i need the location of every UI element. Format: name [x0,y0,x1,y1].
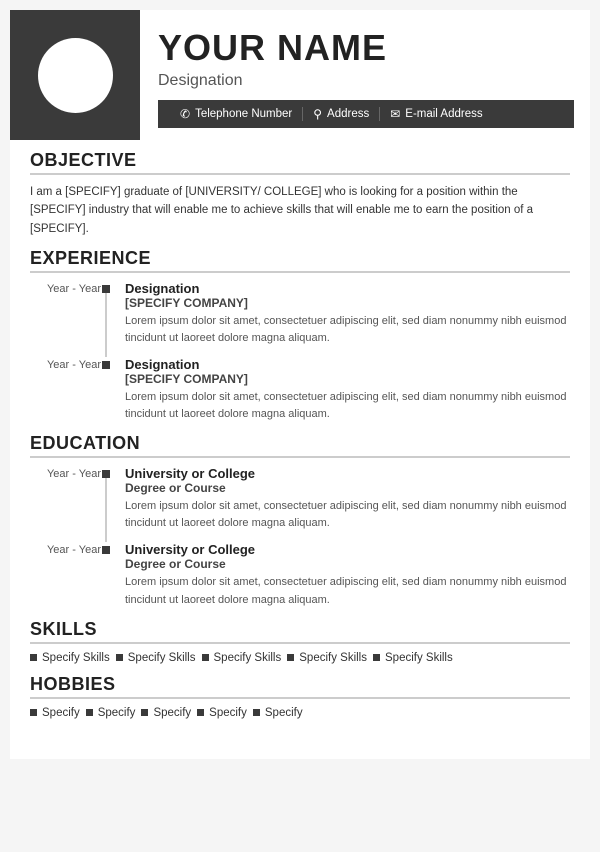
skill-item: Specify Skills [202,652,282,664]
timeline-dot [102,470,110,478]
timeline-left: Year - Year [30,281,115,347]
hobby-item: Specify [253,707,303,719]
header: YOUR NAME Designation ✆ Telephone Number… [10,10,590,140]
education-title: EDUCATION [30,433,570,458]
education-years: Year - Year [47,544,101,556]
contact-bar: ✆ Telephone Number ⚲ Address ✉ E-mail Ad… [158,100,574,128]
skill-item: Specify Skills [30,652,110,664]
bullet-icon [287,654,294,661]
education-desc: Lorem ipsum dolor sit amet, consectetuer… [125,574,570,608]
address-icon: ⚲ [313,107,322,121]
email-text: E-mail Address [405,108,482,120]
timeline-dot [102,361,110,369]
header-info: YOUR NAME Designation ✆ Telephone Number… [140,10,590,140]
timeline-dot [102,285,110,293]
avatar [38,38,113,113]
skills-section: SKILLS Specify Skills Specify Skills Spe… [10,609,590,664]
bullet-icon [116,654,123,661]
skill-item: Specify Skills [116,652,196,664]
education-years: Year - Year [47,468,101,480]
skill-item: Specify Skills [373,652,453,664]
skills-list: Specify Skills Specify Skills Specify Sk… [30,652,570,664]
education-section: EDUCATION Year - Year University or Coll… [10,423,590,608]
objective-section: OBJECTIVE I am a [SPECIFY] graduate of [… [10,140,590,238]
timeline-dot [102,546,110,554]
experience-content: Designation [SPECIFY COMPANY] Lorem ipsu… [125,281,570,347]
education-content: University or College Degree or Course L… [125,466,570,532]
objective-text: I am a [SPECIFY] graduate of [UNIVERSITY… [30,183,570,238]
bullet-icon [86,709,93,716]
timeline-line [105,293,107,357]
contact-email: ✉ E-mail Address [380,107,492,121]
phone-icon: ✆ [180,107,190,121]
education-degree: Degree or Course [125,481,570,495]
experience-years: Year - Year [47,359,101,371]
skills-title: SKILLS [30,619,570,644]
skill-label: Specify Skills [299,652,367,664]
skill-label: Specify Skills [214,652,282,664]
skill-label: Specify Skills [128,652,196,664]
hobby-item: Specify [141,707,191,719]
hobbies-section: HOBBIES Specify Specify Specify Specify … [10,664,590,739]
candidate-designation: Designation [158,72,574,90]
experience-company: [SPECIFY COMPANY] [125,296,570,310]
hobby-label: Specify [42,707,80,719]
education-item: Year - Year University or College Degree… [30,466,570,532]
experience-desc: Lorem ipsum dolor sit amet, consectetuer… [125,389,570,423]
education-school: University or College [125,466,570,481]
education-desc: Lorem ipsum dolor sit amet, consectetuer… [125,498,570,532]
timeline-line [105,478,107,542]
resume-page: YOUR NAME Designation ✆ Telephone Number… [10,10,590,759]
experience-content: Designation [SPECIFY COMPANY] Lorem ipsu… [125,357,570,423]
experience-years: Year - Year [47,283,101,295]
experience-company: [SPECIFY COMPANY] [125,372,570,386]
bullet-icon [197,709,204,716]
candidate-name: YOUR NAME [158,28,574,68]
objective-title: OBJECTIVE [30,150,570,175]
hobbies-title: HOBBIES [30,674,570,699]
experience-role: Designation [125,357,570,372]
bullet-icon [30,654,37,661]
experience-item: Year - Year Designation [SPECIFY COMPANY… [30,281,570,347]
skill-label: Specify Skills [42,652,110,664]
hobbies-list: Specify Specify Specify Specify Specify [30,707,570,719]
experience-desc: Lorem ipsum dolor sit amet, consectetuer… [125,313,570,347]
experience-section: EXPERIENCE Year - Year Designation [SPEC… [10,238,590,423]
address-text: Address [327,108,369,120]
bullet-icon [141,709,148,716]
experience-timeline: Year - Year Designation [SPECIFY COMPANY… [30,281,570,423]
timeline-left: Year - Year [30,357,115,423]
contact-phone: ✆ Telephone Number [170,107,303,121]
hobby-label: Specify [98,707,136,719]
email-icon: ✉ [390,107,400,121]
education-content: University or College Degree or Course L… [125,542,570,608]
photo-block [10,10,140,140]
hobby-label: Specify [209,707,247,719]
timeline-left: Year - Year [30,542,115,608]
skill-label: Specify Skills [385,652,453,664]
contact-address: ⚲ Address [303,107,380,121]
skill-item: Specify Skills [287,652,367,664]
hobby-label: Specify [153,707,191,719]
hobby-item: Specify [86,707,136,719]
experience-title: EXPERIENCE [30,248,570,273]
bullet-icon [30,709,37,716]
timeline-left: Year - Year [30,466,115,532]
education-item: Year - Year University or College Degree… [30,542,570,608]
experience-item: Year - Year Designation [SPECIFY COMPANY… [30,357,570,423]
phone-text: Telephone Number [195,108,292,120]
bullet-icon [202,654,209,661]
bullet-icon [253,709,260,716]
hobby-label: Specify [265,707,303,719]
experience-role: Designation [125,281,570,296]
education-school: University or College [125,542,570,557]
hobby-item: Specify [30,707,80,719]
bullet-icon [373,654,380,661]
education-timeline: Year - Year University or College Degree… [30,466,570,608]
education-degree: Degree or Course [125,557,570,571]
hobby-item: Specify [197,707,247,719]
